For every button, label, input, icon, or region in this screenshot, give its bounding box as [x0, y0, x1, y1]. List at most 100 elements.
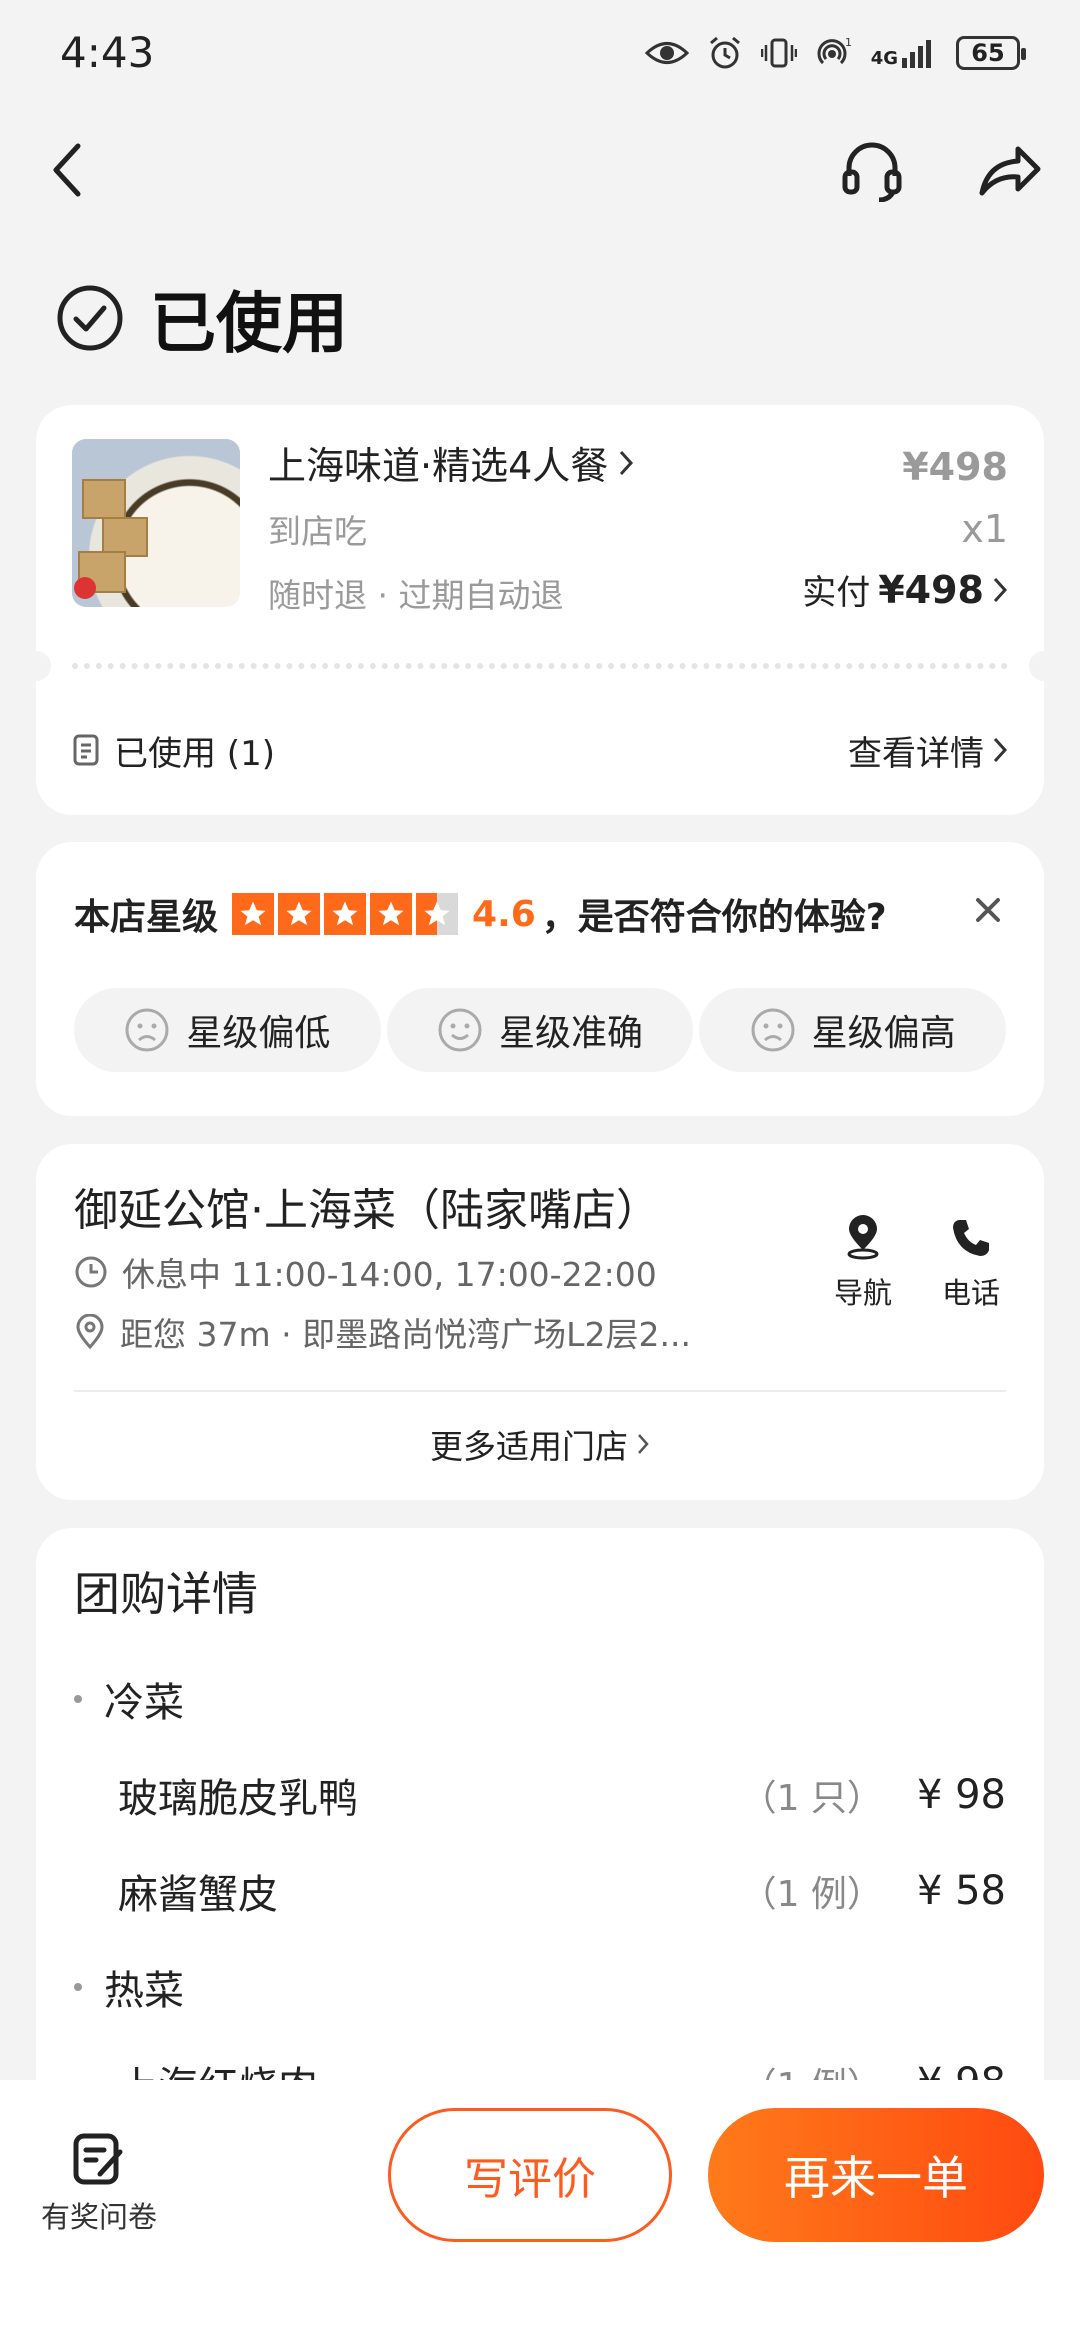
rating-too-low-button[interactable]: 星级偏低 — [74, 988, 381, 1072]
section-name: 冷菜 — [104, 1680, 184, 1726]
share-button[interactable] — [970, 130, 1050, 210]
used-voucher-row[interactable]: 已使用 (1) 查看详情 — [72, 715, 1008, 785]
store-card: 御延公馆·上海菜（陆家嘴店） 休息中 11:00-14:00, 17:00-22… — [36, 1144, 1044, 1500]
eye-icon — [644, 41, 689, 64]
menu-item-name: 玻璃脆皮乳鸭 — [118, 1776, 358, 1822]
back-arrow-icon — [53, 143, 81, 197]
phone-label: 电话 — [941, 1276, 1000, 1310]
network-type: 4G — [870, 47, 898, 69]
navigate-label: 导航 — [833, 1276, 892, 1310]
rating-score: 4.6 — [472, 893, 536, 935]
menu-item: 玻璃脆皮乳鸭 （1 只） ¥ 98 — [118, 1766, 1006, 1824]
order-type: 到店吃 — [268, 512, 367, 551]
store-hours-row: 休息中 11:00-14:00, 17:00-22:00 — [74, 1248, 657, 1296]
headset-icon — [842, 142, 902, 202]
view-details-label: 查看详情 — [848, 733, 984, 774]
status-icons: 1 4G 65 — [644, 35, 1026, 71]
store-actions: 导航 电话 — [834, 1214, 1000, 1312]
perforation-divider — [72, 663, 1008, 669]
paid-amount-link[interactable]: 实付 ¥498 — [802, 565, 1008, 614]
rating-too-low-label: 星级偏低 — [186, 1013, 331, 1054]
store-address-row[interactable]: 距您 37m · 即墨路尚悦湾广场L2层2... — [74, 1308, 691, 1356]
signal-icon — [902, 39, 931, 68]
phone-icon — [952, 1220, 989, 1256]
alarm-icon — [709, 36, 740, 68]
group-details-title: 团购详情 — [74, 1567, 258, 1621]
sad-face-icon — [751, 1008, 795, 1052]
rating-too-high-label: 星级偏高 — [811, 1013, 956, 1054]
customer-service-button[interactable] — [832, 130, 912, 210]
chevron-right-icon — [993, 577, 1008, 602]
back-button[interactable] — [28, 130, 108, 210]
share-icon — [979, 146, 1041, 196]
half-star-icon — [416, 893, 459, 935]
hotspot-count: 1 — [845, 36, 852, 49]
smile-face-icon — [438, 1008, 482, 1052]
chevron-right-icon — [638, 1434, 649, 1454]
menu-item-unit: （1 例） — [740, 1874, 883, 1915]
star-icon — [370, 893, 413, 935]
more-stores-link[interactable]: 更多适用门店 — [36, 1420, 1044, 1468]
product-name-link[interactable]: 上海味道·精选4人餐 — [268, 435, 634, 490]
status-time: 4:43 — [60, 28, 155, 77]
close-rating-button[interactable] — [968, 890, 1008, 930]
ticket-notch-left — [21, 651, 51, 681]
menu-item-name: 麻酱蟹皮 — [118, 1872, 278, 1918]
write-review-button[interactable]: 写评价 — [388, 2108, 672, 2242]
star-icon — [324, 893, 367, 935]
store-name[interactable]: 御延公馆·上海菜（陆家嘴店） — [74, 1174, 660, 1238]
rating-accurate-label: 星级准确 — [499, 1013, 644, 1054]
status-bar: 4:43 1 4G 65 — [0, 0, 1080, 105]
phone-button[interactable]: 电话 — [942, 1214, 1000, 1312]
ticket-notch-right — [1029, 651, 1059, 681]
survey-edit-icon — [73, 2133, 123, 2185]
star-icon — [278, 893, 321, 935]
reorder-label: 再来一单 — [784, 2151, 968, 2205]
menu-item: 麻酱蟹皮 （1 例） ¥ 58 — [118, 1862, 1006, 1920]
rating-feedback-options: 星级偏低 星级准确 星级偏高 — [74, 988, 1007, 1072]
original-price: ¥498 — [902, 445, 1008, 489]
paid-label: 实付 — [802, 573, 871, 613]
store-distance-address: 距您 37m · 即墨路尚悦湾广场L2层2... — [120, 1315, 691, 1354]
section-heading: 热菜 — [74, 1958, 184, 2016]
view-details-link[interactable]: 查看详情 — [848, 726, 1008, 775]
more-stores-label: 更多适用门店 — [430, 1427, 628, 1466]
chevron-right-icon — [993, 737, 1008, 763]
write-review-label: 写评价 — [464, 2154, 596, 2205]
rating-question-text: ，是否符合你的体验? — [541, 897, 887, 938]
sad-face-icon — [125, 1008, 169, 1052]
survey-label: 有奖问卷 — [40, 2200, 157, 2234]
product-thumbnail[interactable] — [72, 439, 240, 607]
rating-card: 本店星级 4.6 ，是否符合你的体验? 星级偏低 星级准确 星级偏高 — [36, 842, 1044, 1116]
rating-too-high-button[interactable]: 星级偏高 — [699, 988, 1007, 1072]
rating-accurate-button[interactable]: 星级准确 — [386, 988, 694, 1072]
menu-item-price: ¥ 58 — [916, 1868, 1006, 1914]
star-icon — [232, 893, 275, 935]
chevron-right-icon — [620, 450, 634, 475]
battery-icon: 65 — [956, 35, 1026, 70]
bullet-dot — [74, 1983, 82, 1991]
order-status-header: 已使用 — [56, 270, 348, 366]
reorder-button[interactable]: 再来一单 — [708, 2108, 1044, 2242]
order-card: 上海味道·精选4人餐 到店吃 随时退 · 过期自动退 ¥498 x1 实付 ¥4… — [21, 405, 1059, 815]
navigation-pin-icon — [847, 1215, 879, 1260]
used-count: 已使用 (1) — [114, 733, 275, 774]
product-name: 上海味道·精选4人餐 — [268, 444, 609, 488]
receipt-icon — [73, 734, 99, 766]
rating-question: 本店星级 4.6 ，是否符合你的体验? — [74, 888, 887, 940]
menu-item-price: ¥ 98 — [916, 1772, 1006, 1818]
paid-amount: ¥498 — [878, 567, 984, 612]
battery-level: 65 — [971, 38, 1005, 67]
divider — [74, 1390, 1006, 1392]
bottom-action-bar: 有奖问卷 写评价 再来一单 — [0, 2080, 1080, 2340]
close-icon — [976, 898, 1000, 922]
store-hours: 休息中 11:00-14:00, 17:00-22:00 — [122, 1255, 657, 1294]
section-name: 热菜 — [104, 1968, 184, 2014]
page-title: 已使用 — [150, 285, 348, 362]
bullet-dot — [74, 1695, 82, 1703]
survey-button[interactable]: 有奖问卷 — [34, 2130, 164, 2236]
navigate-button[interactable]: 导航 — [834, 1214, 892, 1312]
location-pin-icon — [76, 1314, 104, 1350]
signal-indicator: 4G — [871, 38, 938, 68]
star-rating — [232, 893, 459, 935]
